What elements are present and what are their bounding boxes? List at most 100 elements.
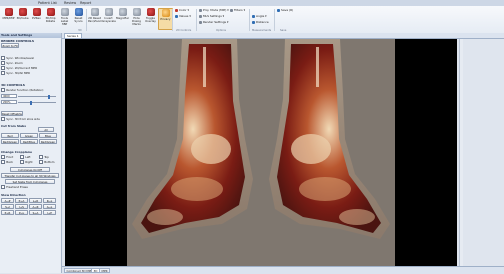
group-separator bbox=[196, 9, 197, 31]
view-ar-button[interactable]: A→R bbox=[29, 204, 42, 209]
invert-icon bbox=[104, 8, 113, 16]
group-separator bbox=[86, 9, 87, 31]
view-rl-button[interactable]: R→L bbox=[43, 198, 56, 203]
view-ap-button[interactable]: A→P bbox=[1, 198, 14, 203]
view-direction-title: View Direction bbox=[1, 193, 26, 197]
group-separator bbox=[172, 9, 173, 31]
ruler-icon bbox=[252, 20, 255, 24]
window-value-input[interactable]: 4000 bbox=[1, 94, 17, 98]
values-menu[interactable]: Values ▾ bbox=[175, 14, 191, 18]
view-tab-series[interactable]: Series 1 bbox=[64, 33, 82, 38]
angle-icon bbox=[252, 14, 255, 18]
set-slabs-button[interactable]: Set Slabs from Cut planes bbox=[5, 179, 55, 184]
sync-zoom-check[interactable]: Sync. Zoom bbox=[1, 61, 23, 65]
pvren-button[interactable]: PVRen bbox=[30, 8, 43, 20]
overlay-icon bbox=[146, 8, 155, 16]
slider-thumb[interactable] bbox=[30, 100, 32, 105]
freehand-erase-check[interactable]: Freehand Erase bbox=[1, 185, 28, 189]
group-label-measurements: Measurements bbox=[252, 28, 272, 32]
slab-red-green-button[interactable]: Red/Green bbox=[1, 139, 19, 144]
angle-tool[interactable]: Angle ▾ bbox=[252, 14, 267, 18]
crop-front-check[interactable]: Front bbox=[1, 155, 13, 159]
tab-patient-list[interactable]: Patient List bbox=[38, 1, 57, 5]
sync-3d-mpr-check[interactable]: Sync. 3D/All MPR bbox=[1, 71, 30, 75]
sync-3d-slice-check[interactable]: Sync. 3D from slice side bbox=[1, 117, 40, 121]
tab-review[interactable]: Review bbox=[64, 1, 76, 5]
3d-controls-title: 3D CONTROLS bbox=[1, 83, 25, 87]
volume-render[interactable] bbox=[127, 39, 395, 270]
viewer-area: Series 1 bbox=[62, 33, 504, 273]
view-ip-button[interactable]: I→P bbox=[43, 210, 56, 215]
view-sa-button[interactable]: S→A bbox=[29, 210, 42, 215]
label-icon bbox=[60, 8, 69, 16]
filters-menu[interactable]: Filters ▾ bbox=[230, 8, 245, 12]
mpr-mip-button[interactable]: MPR/MIP bbox=[2, 8, 15, 20]
sync-window-level-check[interactable]: Sync. Window/Level bbox=[1, 56, 34, 60]
mls-settings-menu[interactable]: MLS Settings ▾ bbox=[199, 14, 224, 18]
group-label-2d: 2D Controls bbox=[176, 28, 192, 32]
toggle-overlay-button[interactable]: Toggle Overlay bbox=[144, 8, 157, 23]
window-slider[interactable] bbox=[18, 94, 56, 99]
tab-mpr[interactable]: MPR bbox=[99, 268, 111, 273]
viewer-scrollbar[interactable] bbox=[459, 39, 463, 270]
cube-button[interactable]: 3D/Cube bbox=[16, 8, 29, 20]
transfer-cut-planes-button[interactable]: Transfer Cut planes to all 3D Windows bbox=[1, 173, 59, 178]
slab-red-green-2-button[interactable]: Red/Green bbox=[39, 139, 57, 144]
tab-report[interactable]: Report bbox=[80, 1, 91, 5]
proj-mode-icon bbox=[199, 8, 202, 12]
proj-mode-menu[interactable]: Proj. Mode (MIP) ▾ bbox=[199, 8, 229, 12]
change-cropplane-title: Change Cropplane bbox=[1, 150, 32, 154]
left-foot-render bbox=[132, 39, 253, 239]
view-is-button[interactable]: I→S bbox=[15, 204, 28, 209]
reset-pan-zoom-button[interactable]: 2D Reset Pan/Zoom bbox=[88, 8, 102, 23]
cut-planes-toggle-button[interactable]: Cut planes On/Off bbox=[10, 167, 50, 172]
view-pr-button[interactable]: P→R bbox=[1, 210, 14, 215]
gain-slider[interactable] bbox=[18, 100, 56, 105]
sync-2d-mpr-check[interactable]: Sync. 2D/Current MPR bbox=[1, 66, 37, 70]
cut-red-button[interactable]: Red bbox=[1, 133, 19, 138]
group-label-3d: 3D bbox=[78, 28, 82, 32]
privacy-button[interactable]: Privacy bbox=[158, 8, 173, 30]
clip-rotate-button[interactable]: 3D/Clip Rotate bbox=[44, 8, 57, 23]
view-pl-button[interactable]: P→L bbox=[15, 210, 28, 215]
tools-settings-panel: Tools and Settings RENDER CONTROLS Zoom … bbox=[0, 33, 62, 273]
crop-bottom-check[interactable]: Bottom bbox=[39, 160, 54, 164]
cut-green-button[interactable]: Green bbox=[20, 133, 38, 138]
magnifier-button[interactable]: Magnifier bbox=[116, 8, 129, 20]
cut-all-button[interactable]: All bbox=[38, 127, 54, 132]
zoom-to-fit-button[interactable]: Zoom to Fit bbox=[1, 43, 19, 48]
reset-offset-button[interactable]: Reset Offset/Gain bbox=[1, 111, 23, 116]
save-icon bbox=[277, 8, 280, 12]
cut-from-slabs-title: Cut from Slabs bbox=[1, 124, 26, 128]
render-settings-menu[interactable]: Render Settings ▾ bbox=[199, 20, 228, 24]
distance-tool[interactable]: Distance bbox=[252, 20, 269, 24]
hide-dialog-marks-button[interactable]: Hide Dialog Marks bbox=[130, 8, 143, 26]
gain-value-input[interactable]: 200% bbox=[1, 100, 17, 104]
view-pa-button[interactable]: P→A bbox=[15, 198, 28, 203]
invert-grayscale-button[interactable]: Invert Grayscale bbox=[102, 8, 116, 23]
cut-blue-button[interactable]: Blue bbox=[39, 133, 57, 138]
crop-back-check[interactable]: Back bbox=[1, 160, 13, 164]
3d-viewport[interactable] bbox=[65, 39, 457, 270]
reset-syncs-button[interactable]: Reset Syncs bbox=[72, 8, 85, 23]
view-si-button[interactable]: S→I bbox=[1, 204, 14, 209]
save-button[interactable]: Save (R) bbox=[277, 8, 293, 12]
slab-red-blue-button[interactable]: Red/Blue bbox=[20, 139, 38, 144]
tools-label-button[interactable]: Tools Label 3BP bbox=[58, 8, 71, 26]
color-menu[interactable]: Color ▾ bbox=[175, 8, 189, 12]
panel-header: Tools and Settings bbox=[0, 33, 61, 38]
crop-left-check[interactable]: Left bbox=[20, 155, 30, 159]
values-icon bbox=[175, 14, 178, 18]
privacy-icon bbox=[161, 9, 170, 17]
color-icon bbox=[175, 8, 178, 12]
slider-thumb[interactable] bbox=[48, 94, 50, 99]
crop-right-check[interactable]: Right bbox=[20, 160, 32, 164]
crop-top-check[interactable]: Top bbox=[39, 155, 49, 159]
group-separator bbox=[274, 9, 275, 31]
pvren-icon bbox=[32, 8, 41, 16]
render-function-label: Render function (Rotation): bbox=[1, 88, 44, 92]
view-al-button[interactable]: A→L bbox=[43, 204, 56, 209]
view-lr-button[interactable]: L→R bbox=[29, 198, 42, 203]
filter-icon bbox=[230, 8, 233, 12]
magnifier-icon bbox=[118, 8, 127, 16]
